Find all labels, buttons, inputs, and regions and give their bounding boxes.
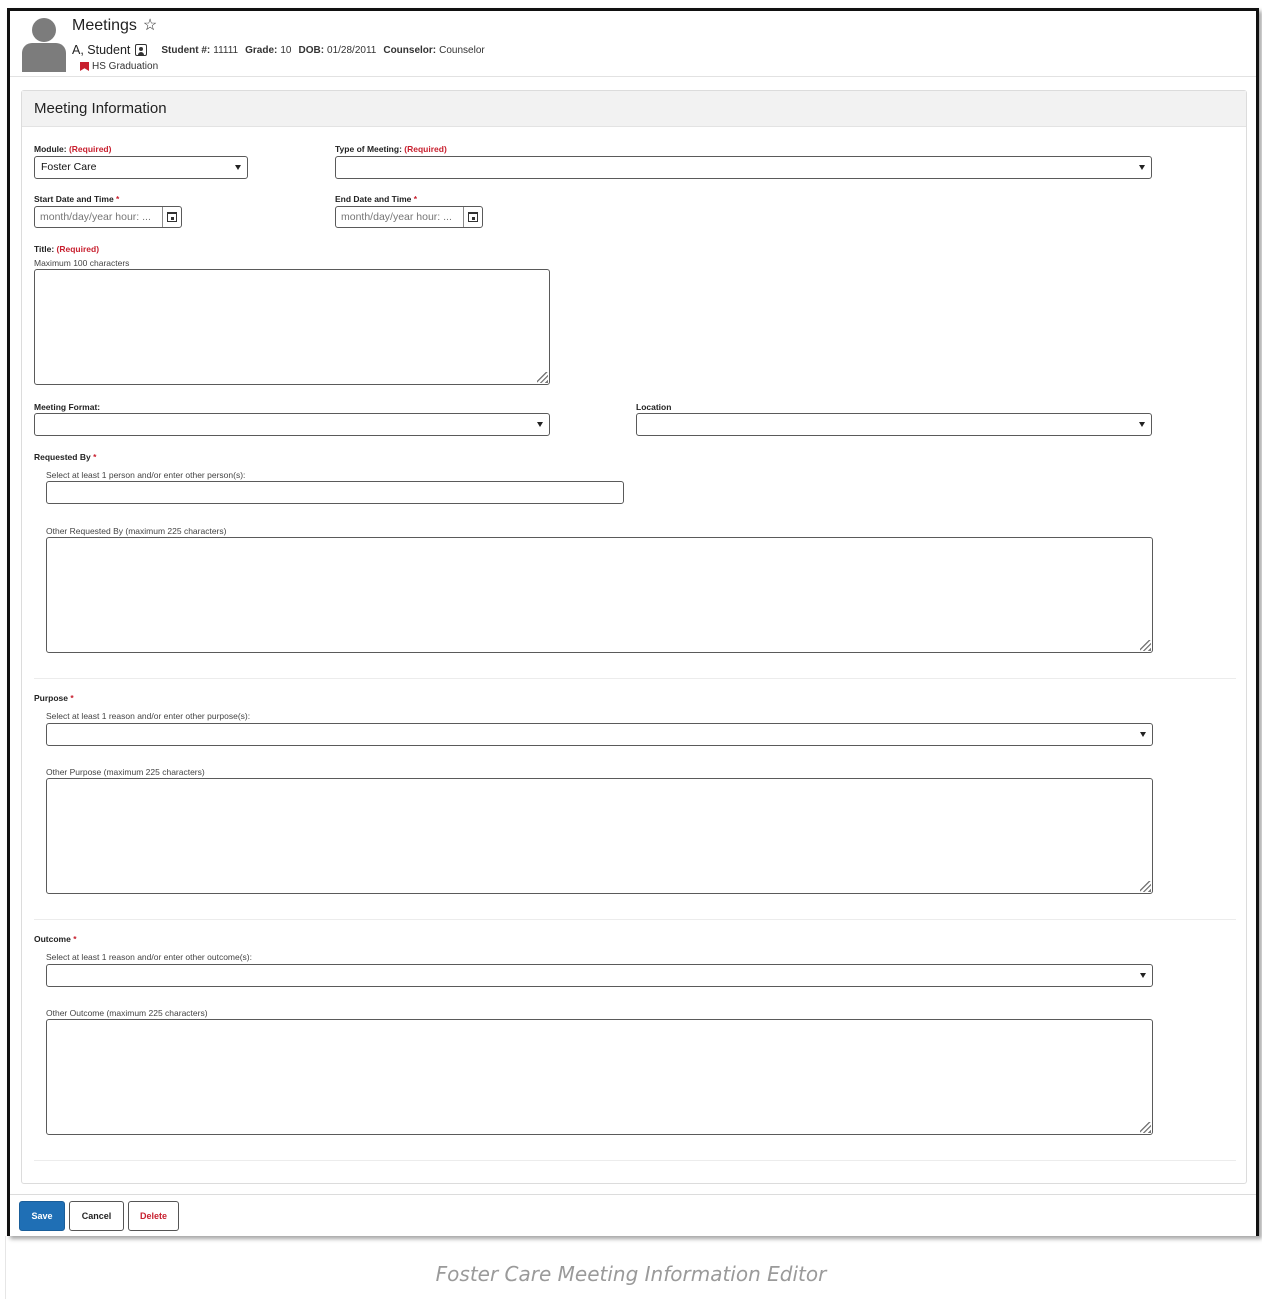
- module-label: Module: (Required): [34, 144, 111, 154]
- student-number-label: Student #:: [161, 44, 211, 56]
- section-divider: [34, 919, 1236, 920]
- dob-label: DOB:: [298, 44, 325, 56]
- type-of-meeting-label-text: Type of Meeting:: [335, 144, 402, 154]
- title-required: (Required): [56, 244, 100, 254]
- calendar-icon[interactable]: [162, 207, 181, 227]
- start-date-label-text: Start Date and Time: [34, 194, 114, 204]
- student-info: A, Student Student #: 11111 Grade: 10 DO…: [72, 43, 492, 57]
- figure-caption: Foster Care Meeting Information Editor: [435, 1262, 827, 1286]
- other-purpose-textarea[interactable]: [46, 778, 1153, 894]
- grade: 10: [280, 44, 292, 56]
- meeting-format-select[interactable]: [34, 413, 550, 436]
- end-date-asterisk: *: [413, 194, 418, 204]
- star-icon[interactable]: ☆: [143, 18, 157, 34]
- purpose-hint: Select at least 1 reason and/or enter ot…: [46, 711, 251, 721]
- type-of-meeting-select[interactable]: [335, 156, 1152, 179]
- end-date-label: End Date and Time *: [335, 194, 417, 204]
- avatar-body: [22, 43, 66, 72]
- requested-by-hint: Select at least 1 person and/or enter ot…: [46, 470, 246, 480]
- dob: 01/28/2011: [327, 44, 377, 56]
- other-outcome-label: Other Outcome (maximum 225 characters): [46, 1008, 208, 1018]
- save-button[interactable]: Save: [19, 1201, 65, 1231]
- chevron-down-icon: [1139, 422, 1145, 427]
- cancel-button[interactable]: Cancel: [69, 1201, 124, 1231]
- meeting-information-panel: Meeting Information Module: (Required) F…: [21, 90, 1247, 1184]
- end-date-input[interactable]: [336, 207, 463, 227]
- purpose-select[interactable]: [46, 723, 1153, 746]
- start-date-label: Start Date and Time *: [34, 194, 119, 204]
- module-required: (Required): [68, 144, 112, 154]
- graduation-flag: HS Graduation: [80, 61, 158, 72]
- requested-by-label: Requested By *: [34, 452, 96, 462]
- start-date-field: [34, 206, 182, 228]
- end-date-field: [335, 206, 483, 228]
- title-hint: Maximum 100 characters: [34, 258, 130, 268]
- module-select[interactable]: Foster Care: [34, 156, 248, 179]
- location-label: Location: [636, 402, 672, 412]
- counselor: Counselor: [439, 44, 485, 56]
- avatar: [22, 16, 66, 72]
- requested-by-input[interactable]: [46, 481, 624, 504]
- outcome-hint: Select at least 1 reason and/or enter ot…: [46, 952, 253, 962]
- module-label-text: Module:: [34, 144, 67, 154]
- purpose-asterisk: *: [70, 693, 74, 703]
- graduation-flag-icon: [80, 62, 89, 71]
- outcome-label-text: Outcome: [34, 934, 71, 944]
- title-label: Title: (Required): [34, 244, 99, 254]
- contact-card-icon[interactable]: [135, 44, 148, 56]
- meeting-format-label: Meeting Format:: [34, 402, 101, 412]
- location-select[interactable]: [636, 413, 1152, 436]
- section-divider: [34, 1160, 1236, 1161]
- requested-by-label-text: Requested By: [34, 452, 91, 462]
- chevron-down-icon: [1140, 973, 1146, 978]
- outcome-asterisk: *: [73, 934, 77, 944]
- calendar-icon[interactable]: [463, 207, 482, 227]
- other-requested-textarea[interactable]: [46, 537, 1153, 653]
- student-number: 11111: [213, 44, 239, 56]
- chevron-down-icon: [1140, 732, 1146, 737]
- student-name[interactable]: A, Student: [72, 43, 130, 57]
- avatar-head: [32, 18, 56, 42]
- counselor-label: Counselor:: [383, 44, 437, 56]
- title-textarea[interactable]: [34, 269, 550, 385]
- module-select-value: Foster Care: [41, 161, 97, 173]
- other-requested-label: Other Requested By (maximum 225 characte…: [46, 526, 227, 536]
- chevron-down-icon: [235, 165, 241, 170]
- other-outcome-textarea[interactable]: [46, 1019, 1153, 1135]
- purpose-label-text: Purpose: [34, 693, 69, 703]
- panel-title: Meeting Information: [22, 91, 1246, 127]
- action-bar: Save Cancel Delete: [10, 1194, 1256, 1236]
- section-divider: [34, 678, 1236, 679]
- other-purpose-label: Other Purpose (maximum 225 characters): [46, 767, 205, 777]
- type-of-meeting-required: (Required): [404, 144, 447, 154]
- app-window: Meetings ☆ A, Student Student #: 11111 G…: [7, 8, 1259, 1236]
- purpose-label: Purpose *: [34, 693, 74, 703]
- graduation-text: HS Graduation: [92, 61, 159, 72]
- student-header: Meetings ☆ A, Student Student #: 11111 G…: [10, 11, 1256, 77]
- chevron-down-icon: [537, 422, 543, 427]
- page-title-text: Meetings: [72, 17, 137, 34]
- page-title: Meetings ☆: [72, 17, 157, 35]
- type-of-meeting-label: Type of Meeting: (Required): [335, 144, 447, 154]
- delete-button[interactable]: Delete: [128, 1201, 179, 1231]
- start-date-input[interactable]: [35, 207, 162, 227]
- outcome-label: Outcome *: [34, 934, 77, 944]
- title-label-text: Title:: [34, 244, 55, 254]
- grade-label: Grade:: [245, 44, 278, 56]
- end-date-label-text: End Date and Time: [335, 194, 412, 204]
- start-date-asterisk: *: [116, 194, 120, 204]
- requested-by-asterisk: *: [93, 452, 97, 462]
- outcome-select[interactable]: [46, 964, 1153, 987]
- chevron-down-icon: [1139, 165, 1145, 170]
